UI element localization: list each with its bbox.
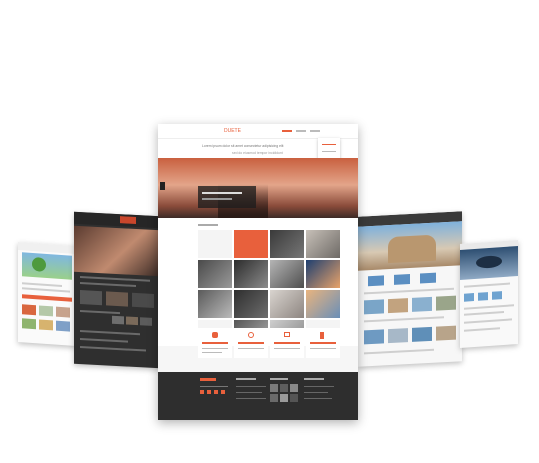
- hero-photo: [74, 225, 160, 277]
- grid-tile[interactable]: [198, 290, 232, 318]
- feature-icon: [320, 332, 324, 339]
- feature-icon: [284, 332, 290, 337]
- grid-tile[interactable]: [234, 260, 268, 288]
- footer-logo: [200, 378, 216, 381]
- feature-icon: [212, 332, 218, 338]
- main-header: [158, 124, 358, 139]
- hero-caption-box: [198, 186, 256, 208]
- template-preview-left-dark[interactable]: [74, 211, 160, 369]
- template-preview-far-right[interactable]: [460, 239, 518, 349]
- nav-item[interactable]: [310, 130, 320, 132]
- feature-icon: [248, 332, 254, 338]
- grid-tile[interactable]: [306, 290, 340, 318]
- grid-tile[interactable]: [306, 260, 340, 288]
- social-icon[interactable]: [214, 390, 218, 394]
- hero-headline: Lorem ipsum dolor sit amet consectetur a…: [202, 144, 284, 148]
- logo-badge: [120, 216, 136, 224]
- site-logo: DUETE: [224, 128, 241, 134]
- grid-tile[interactable]: [270, 260, 304, 288]
- social-icon[interactable]: [221, 390, 225, 394]
- template-preview-far-left[interactable]: [18, 241, 76, 347]
- grid-tile[interactable]: [234, 230, 268, 258]
- hero-image: [22, 252, 72, 280]
- social-icon[interactable]: [200, 390, 204, 394]
- nav-item[interactable]: [296, 130, 306, 132]
- tree-image: [32, 256, 46, 272]
- social-icon[interactable]: [207, 390, 211, 394]
- grid-tile[interactable]: [198, 260, 232, 288]
- hero-subline: sed do eiusmod tempor incididunt: [232, 151, 283, 155]
- colosseum-shape: [388, 234, 436, 264]
- grid-tile[interactable]: [270, 230, 304, 258]
- main-footer: [158, 372, 358, 420]
- nav-item[interactable]: [282, 130, 292, 132]
- template-preview-main[interactable]: DUETE Lorem ipsum dolor sit amet consect…: [158, 124, 358, 420]
- template-preview-right[interactable]: [358, 211, 462, 367]
- grid-tile[interactable]: [198, 230, 232, 258]
- grid-tile[interactable]: [234, 290, 268, 318]
- grid-tile[interactable]: [270, 290, 304, 318]
- slider-arrow-left[interactable]: [160, 182, 165, 190]
- showcase-stage: DUETE Lorem ipsum dolor sit amet consect…: [0, 0, 539, 463]
- grid-tile[interactable]: [306, 230, 340, 258]
- accent-strip: [22, 294, 72, 302]
